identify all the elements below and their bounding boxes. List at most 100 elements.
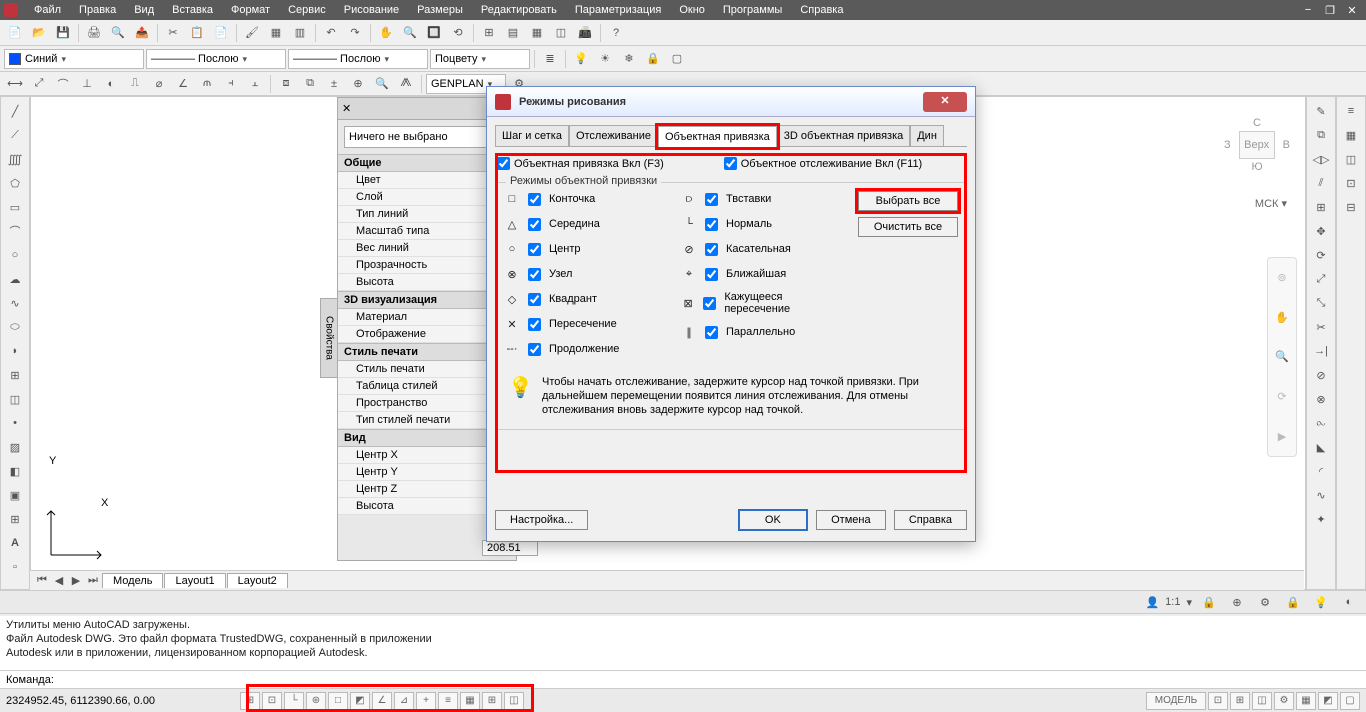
coordinate-system-label[interactable]: МСК ▾ bbox=[1255, 197, 1287, 210]
zoom-window-icon[interactable]: 🔲 bbox=[423, 22, 445, 44]
snap-checkbox[interactable] bbox=[528, 293, 541, 306]
person-icon[interactable]: 👤 bbox=[1145, 596, 1159, 609]
menu-window[interactable]: Окно bbox=[671, 2, 713, 18]
zoom-prev-icon[interactable]: ⟲ bbox=[447, 22, 469, 44]
tab-last-icon[interactable]: ⏭ bbox=[85, 574, 101, 587]
rotate-icon[interactable]: ⟳ bbox=[1310, 245, 1332, 265]
tab-layout2[interactable]: Layout2 bbox=[227, 573, 288, 588]
dim-continue-icon[interactable]: ⫠ bbox=[244, 73, 266, 95]
tpy-icon[interactable]: ▦ bbox=[460, 692, 480, 710]
annoscale-icon[interactable]: 🔒 bbox=[1198, 591, 1220, 613]
menu-dimensions[interactable]: Размеры bbox=[409, 2, 471, 18]
properties-icon[interactable]: ⊞ bbox=[478, 22, 500, 44]
hatch-icon[interactable]: ▨ bbox=[4, 437, 26, 457]
tab-next-icon[interactable]: ▶ bbox=[68, 574, 84, 587]
snap-checkbox[interactable] bbox=[528, 318, 541, 331]
snap-checkbox[interactable] bbox=[528, 193, 541, 206]
rectangle-icon[interactable]: ▭ bbox=[4, 197, 26, 217]
view-cube[interactable]: С З Верх В Ю bbox=[1217, 105, 1297, 185]
sb-icon5[interactable]: ▦ bbox=[1296, 692, 1316, 710]
freeze-icon[interactable]: ❄ bbox=[618, 48, 640, 70]
select-all-button[interactable]: Выбрать все bbox=[858, 191, 958, 211]
block-make-icon[interactable]: ◫ bbox=[4, 389, 26, 409]
snap-checkbox[interactable] bbox=[528, 218, 541, 231]
trim-icon[interactable]: ✂ bbox=[1310, 317, 1332, 337]
mod2-icon5[interactable]: ⊟ bbox=[1340, 197, 1362, 217]
ellipse-icon[interactable]: ⬭ bbox=[4, 317, 26, 337]
xline-icon[interactable]: ⟋ bbox=[4, 125, 26, 145]
color-dropdown[interactable]: Синий bbox=[4, 49, 144, 69]
menu-edit[interactable]: Правка bbox=[71, 2, 124, 18]
model-button[interactable]: МОДЕЛЬ bbox=[1146, 692, 1206, 710]
snap-checkbox[interactable] bbox=[528, 343, 541, 356]
save-icon[interactable]: 💾 bbox=[52, 22, 74, 44]
settings-button[interactable]: Настройка... bbox=[495, 510, 588, 530]
block-insert-icon[interactable]: ⊞ bbox=[4, 365, 26, 385]
cancel-button[interactable]: Отмена bbox=[816, 510, 886, 530]
snap-checkbox[interactable] bbox=[528, 243, 541, 256]
dyn-icon[interactable]: + bbox=[416, 692, 436, 710]
lock-icon[interactable]: 🔒 bbox=[642, 48, 664, 70]
markup-icon[interactable]: ◫ bbox=[550, 22, 572, 44]
snap-checkbox[interactable] bbox=[703, 297, 716, 310]
point-icon[interactable]: • bbox=[4, 413, 26, 433]
array-icon[interactable]: ⊞ bbox=[1310, 197, 1332, 217]
menu-modify[interactable]: Редактировать bbox=[473, 2, 565, 18]
sheetset-icon[interactable]: ▤ bbox=[502, 22, 524, 44]
properties-tab-label[interactable]: Свойства bbox=[320, 298, 338, 378]
window-restore[interactable]: ❐ bbox=[1320, 4, 1340, 17]
dim-ordinate-icon[interactable]: ⊥ bbox=[76, 73, 98, 95]
menu-draw[interactable]: Рисование bbox=[336, 2, 407, 18]
sb-icon6[interactable]: ◩ bbox=[1318, 692, 1338, 710]
break-point-icon[interactable]: ⊘ bbox=[1310, 365, 1332, 385]
annoscale2-icon[interactable]: ⊕ bbox=[1226, 591, 1248, 613]
dim-break-icon[interactable]: ⧉ bbox=[299, 73, 321, 95]
erase-icon[interactable]: ✎ bbox=[1310, 101, 1332, 121]
copy-obj-icon[interactable]: ⧉ bbox=[1310, 125, 1332, 145]
snap-checkbox[interactable] bbox=[705, 193, 718, 206]
nav-bar[interactable]: ⊚ ✋ 🔍 ⟳ ▶ bbox=[1267, 257, 1297, 457]
tab-3d-object-snap[interactable]: 3D объектная привязка bbox=[777, 125, 910, 146]
snap-checkbox[interactable] bbox=[705, 268, 718, 281]
mtext-icon[interactable]: A bbox=[4, 533, 26, 553]
clear-all-button[interactable]: Очистить все bbox=[858, 217, 958, 237]
otrack-icon[interactable]: ∠ bbox=[372, 692, 392, 710]
region-icon[interactable]: ▣ bbox=[4, 485, 26, 505]
ducs-icon[interactable]: ⊿ bbox=[394, 692, 414, 710]
dim-space-icon[interactable]: ⧈ bbox=[275, 73, 297, 95]
properties-close-icon[interactable]: ✕ bbox=[342, 102, 351, 115]
dim-baseline-icon[interactable]: ⫞ bbox=[220, 73, 242, 95]
tab-layout1[interactable]: Layout1 bbox=[164, 573, 225, 588]
snap-checkbox[interactable] bbox=[705, 218, 718, 231]
menu-file[interactable]: Файл bbox=[26, 2, 69, 18]
workspace-icon[interactable]: ⚙ bbox=[1254, 591, 1276, 613]
spline-icon[interactable]: ∿ bbox=[4, 293, 26, 313]
tab-dynamic-input[interactable]: Дин bbox=[910, 125, 944, 146]
sb-icon3[interactable]: ◫ bbox=[1252, 692, 1272, 710]
join-icon[interactable]: ⧜ bbox=[1310, 413, 1332, 433]
menu-programs[interactable]: Программы bbox=[715, 2, 790, 18]
dialog-close-button[interactable]: ✕ bbox=[923, 92, 967, 112]
dim-angular-icon[interactable]: ∠ bbox=[172, 73, 194, 95]
print-icon[interactable]: 🖨 bbox=[83, 22, 105, 44]
layer-dd-icon[interactable]: ≣ bbox=[539, 48, 561, 70]
grid-icon[interactable]: ⊡ bbox=[262, 692, 282, 710]
quickcalc-icon[interactable]: 📠 bbox=[574, 22, 596, 44]
chamfer-icon[interactable]: ◣ bbox=[1310, 437, 1332, 457]
zoom-nav-icon[interactable]: 🔍 bbox=[1275, 350, 1289, 363]
tab-polar-tracking[interactable]: Отслеживание bbox=[569, 125, 658, 146]
pan-icon[interactable]: ✋ bbox=[375, 22, 397, 44]
explode-icon[interactable]: ✦ bbox=[1310, 509, 1332, 529]
menu-help[interactable]: Справка bbox=[792, 2, 851, 18]
tab-object-snap[interactable]: Объектная привязка bbox=[658, 126, 777, 147]
move-icon[interactable]: ✥ bbox=[1310, 221, 1332, 241]
undo-icon[interactable]: ↶ bbox=[320, 22, 342, 44]
snap-checkbox[interactable] bbox=[528, 268, 541, 281]
menu-parametric[interactable]: Параметризация bbox=[567, 2, 669, 18]
viewcube-e[interactable]: В bbox=[1283, 139, 1290, 151]
command-line[interactable]: Команда: bbox=[0, 670, 1366, 688]
sb-icon4[interactable]: ⚙ bbox=[1274, 692, 1294, 710]
lightbulb-icon[interactable]: 💡 bbox=[570, 48, 592, 70]
redo-icon[interactable]: ↷ bbox=[344, 22, 366, 44]
tab-model[interactable]: Модель bbox=[102, 573, 163, 588]
